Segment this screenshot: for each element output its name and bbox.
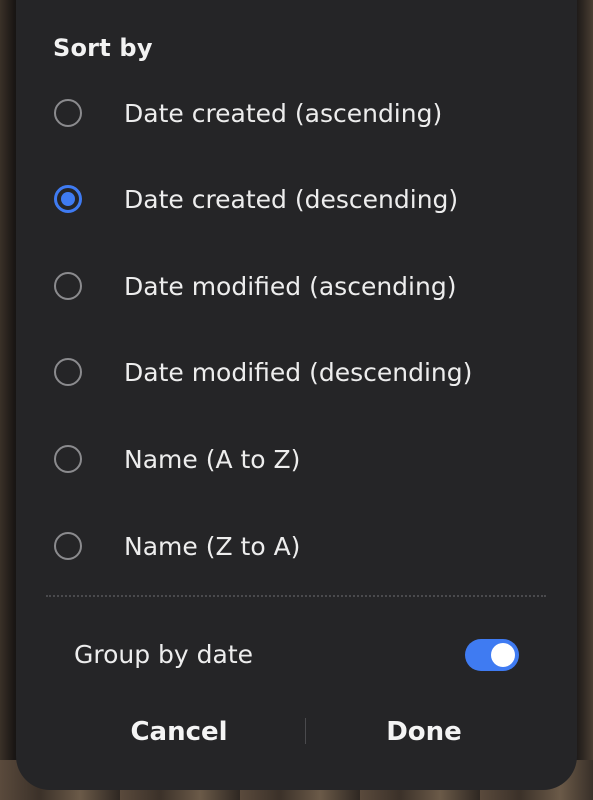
radio-button-icon[interactable] xyxy=(54,99,82,127)
sort-option-label: Date modified (descending) xyxy=(124,357,473,387)
dialog-title: Sort by xyxy=(53,34,153,62)
sort-option-label: Date created (ascending) xyxy=(124,98,443,128)
sort-option-date-created-desc[interactable]: Date created (descending) xyxy=(16,169,577,229)
radio-button-icon[interactable] xyxy=(54,532,82,560)
radio-button-icon[interactable] xyxy=(54,358,82,386)
dialog-actions: Cancel Done xyxy=(16,706,577,758)
done-button[interactable]: Done xyxy=(324,706,524,758)
sort-option-name-z-a[interactable]: Name (Z to A) xyxy=(16,516,577,576)
sort-option-date-modified-asc[interactable]: Date modified (ascending) xyxy=(16,256,577,316)
sort-option-date-created-asc[interactable]: Date created (ascending) xyxy=(16,83,577,143)
group-by-date-label: Group by date xyxy=(74,640,254,669)
button-separator xyxy=(305,718,306,744)
sort-option-label: Name (A to Z) xyxy=(124,444,301,474)
sort-dialog: Sort by Date created (ascending) Date cr… xyxy=(16,0,577,790)
group-by-date-row[interactable]: Group by date xyxy=(16,628,577,682)
radio-button-checked-icon[interactable] xyxy=(54,185,82,213)
toggle-knob xyxy=(491,643,515,667)
divider xyxy=(46,595,546,597)
sort-option-label: Date modified (ascending) xyxy=(124,271,457,301)
cancel-button[interactable]: Cancel xyxy=(79,706,279,758)
sort-option-name-a-z[interactable]: Name (A to Z) xyxy=(16,429,577,489)
sort-option-label: Date created (descending) xyxy=(124,184,459,214)
sort-option-label: Name (Z to A) xyxy=(124,531,301,561)
radio-button-icon[interactable] xyxy=(54,445,82,473)
sort-option-date-modified-desc[interactable]: Date modified (descending) xyxy=(16,342,577,402)
radio-button-icon[interactable] xyxy=(54,272,82,300)
group-by-date-toggle[interactable] xyxy=(465,639,519,671)
